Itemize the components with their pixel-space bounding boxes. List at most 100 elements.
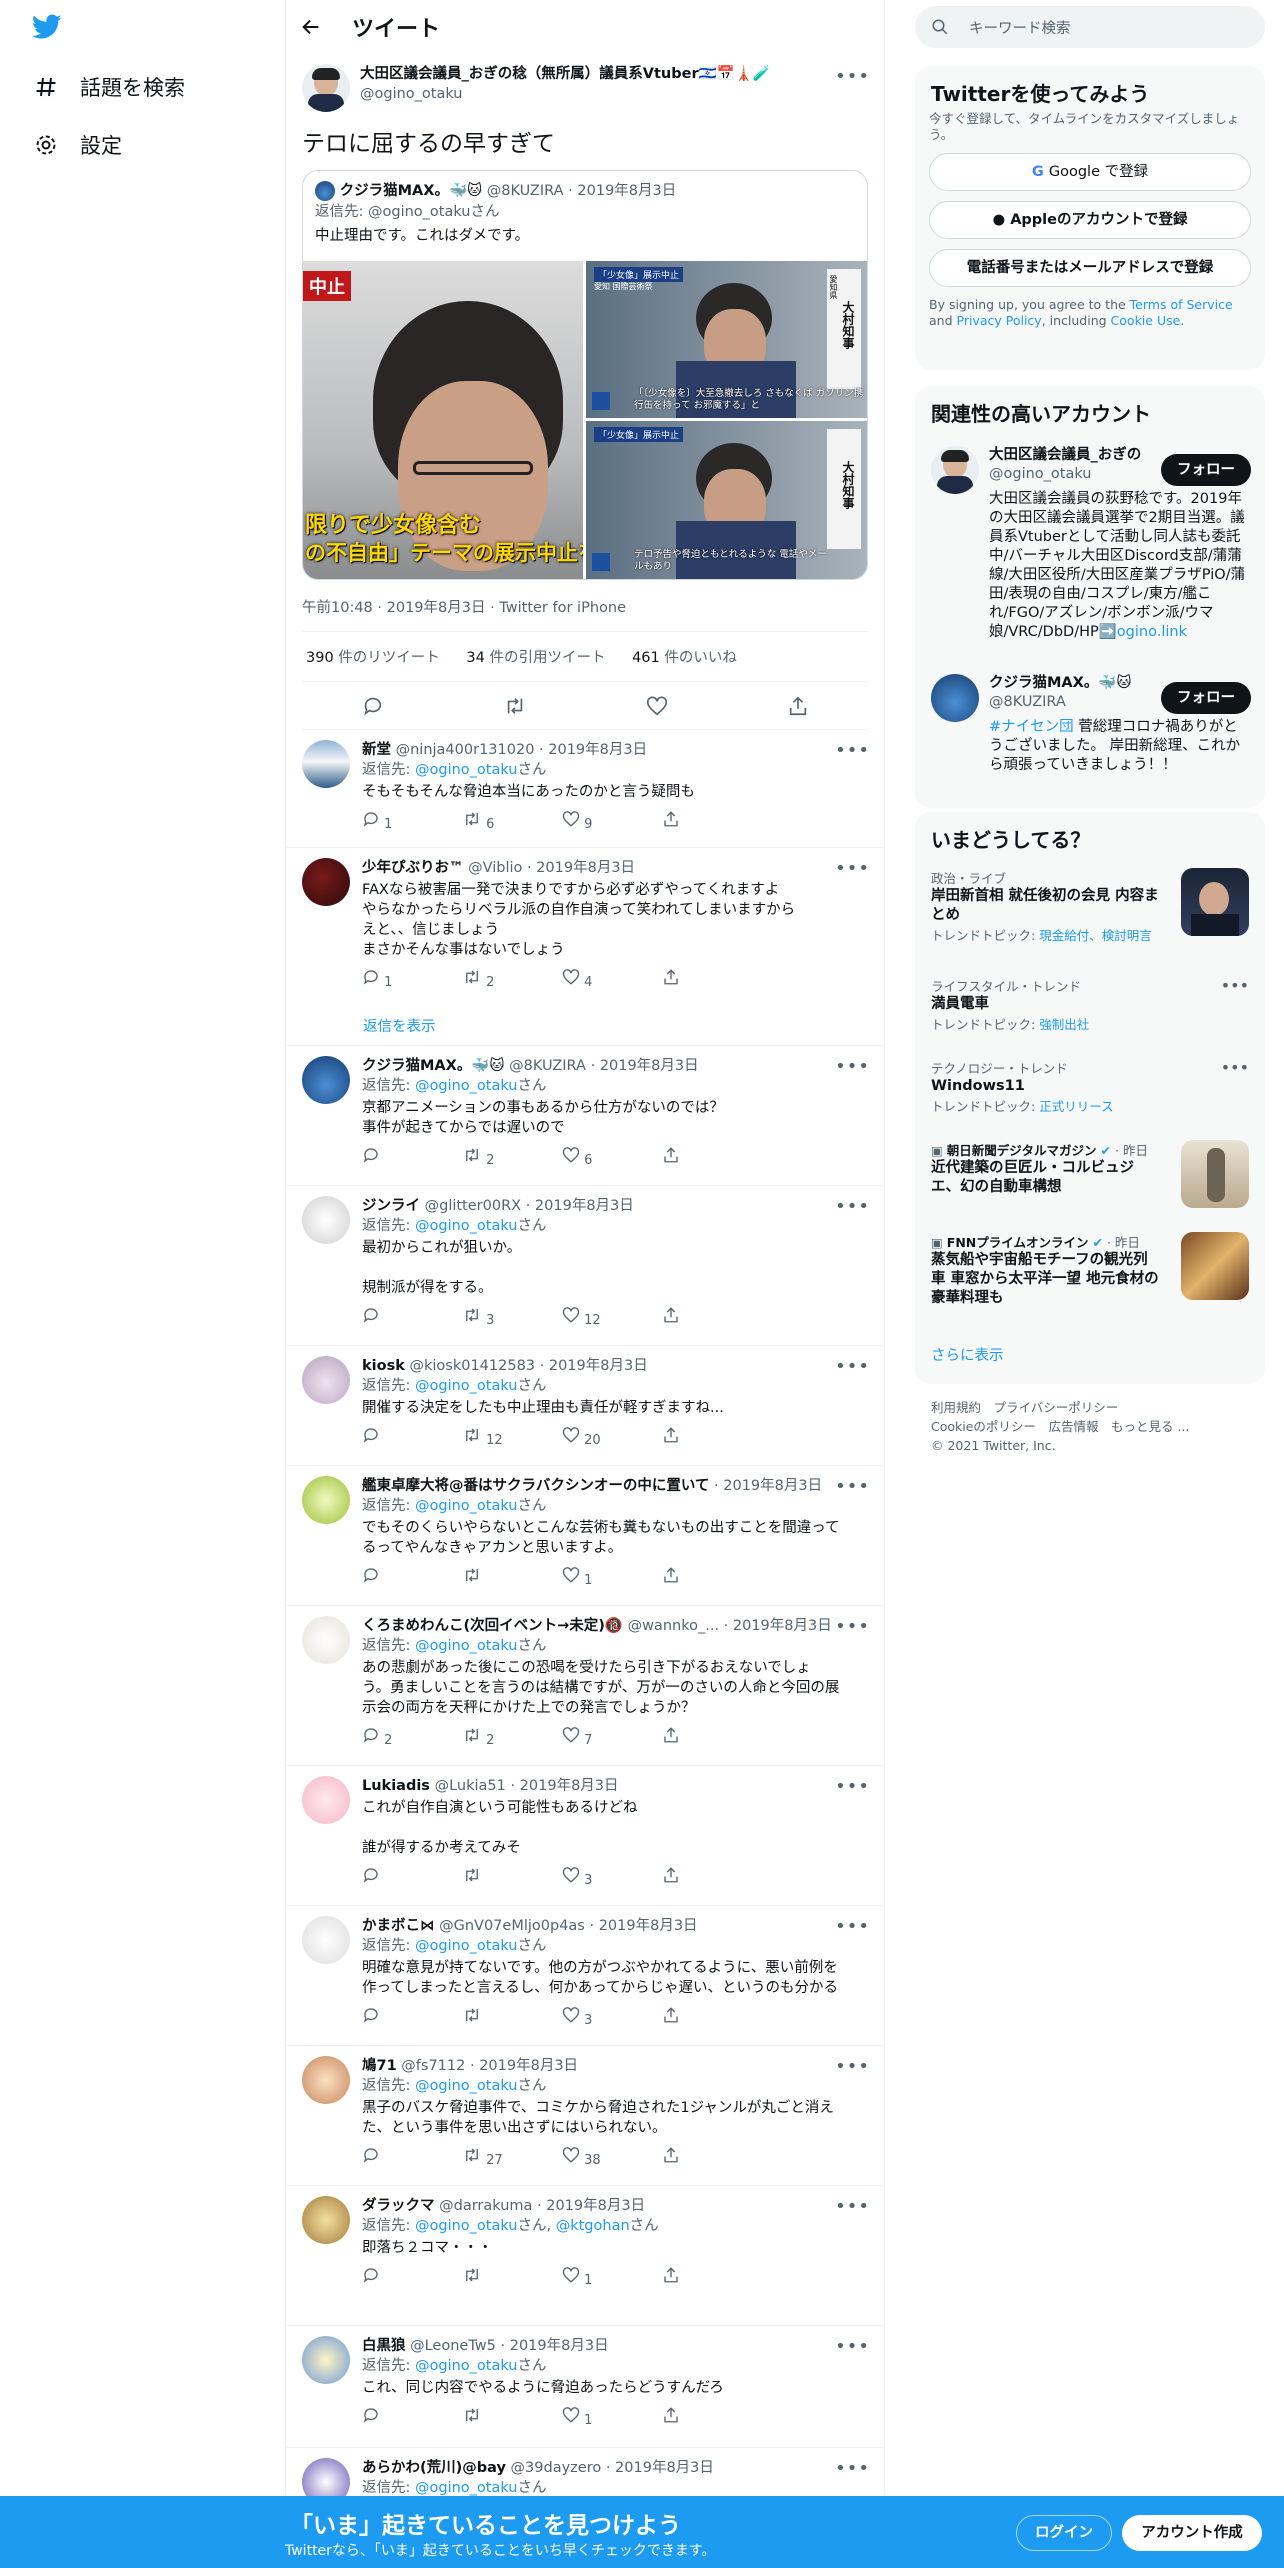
- search-bar[interactable]: キーワード検索: [915, 6, 1265, 48]
- reply-date[interactable]: 2019年8月3日: [599, 1918, 698, 1934]
- trend-topic-link[interactable]: 強制出社: [1039, 1017, 1089, 1032]
- reply-date[interactable]: 2019年8月3日: [615, 2460, 714, 2476]
- reply-tweet[interactable]: 白黒狼 @LeoneTw5 · 2019年8月3日 返信先: @ogino_ota…: [286, 2326, 884, 2448]
- reply-to-link[interactable]: @ogino_otaku: [415, 1938, 518, 1954]
- trends-show-more[interactable]: さらに表示: [931, 1344, 1004, 1365]
- like-button[interactable]: 3: [562, 2006, 662, 2031]
- reply-author-handle[interactable]: @wannko_...: [628, 1618, 719, 1634]
- show-replies-link[interactable]: 返信を表示: [286, 1006, 884, 1046]
- avatar[interactable]: [302, 2336, 350, 2384]
- share-button[interactable]: [662, 1146, 762, 1171]
- search-input[interactable]: キーワード検索: [969, 17, 1071, 38]
- reply-button[interactable]: [362, 2266, 462, 2291]
- reply-tweet[interactable]: 鳩71 @fs7112 · 2019年8月3日 返信先: @ogino_otaku…: [286, 2046, 884, 2186]
- share-button[interactable]: [662, 2006, 762, 2031]
- avatar[interactable]: [302, 1916, 350, 1964]
- tos-link[interactable]: Terms of Service: [1130, 297, 1233, 312]
- more-icon[interactable]: •••: [1221, 976, 1249, 995]
- news-item[interactable]: ▣ 朝日新聞デジタルマガジン ✔ · 昨日 近代建築の巨匠ル・コルビュジエ、幻の…: [915, 1140, 1265, 1208]
- more-icon[interactable]: •••: [835, 2196, 870, 2217]
- reply-author-handle[interactable]: @8KUZIRA: [509, 1058, 586, 1074]
- reply-author-handle[interactable]: @LeoneTw5: [410, 2338, 496, 2354]
- like-button[interactable]: 38: [562, 2146, 662, 2171]
- like-button[interactable]: 6: [562, 1146, 662, 1171]
- reply-to-link[interactable]: @ogino_otaku: [415, 2078, 518, 2094]
- reply-author-name[interactable]: kiosk: [362, 1358, 405, 1374]
- reply-date[interactable]: 2019年8月3日: [723, 1478, 822, 1494]
- tweet-meta[interactable]: 午前10:48 · 2019年8月3日 · Twitter for iPhone: [302, 580, 868, 632]
- retweet-button[interactable]: 2: [462, 968, 562, 993]
- share-button[interactable]: [662, 2266, 762, 2291]
- retweet-button[interactable]: [462, 1866, 562, 1891]
- reply-date[interactable]: 2019年8月3日: [535, 1198, 634, 1214]
- reply-author-handle[interactable]: @39dayzero: [511, 2460, 602, 2476]
- reply-author-handle[interactable]: @ninja400r131020: [396, 742, 535, 758]
- reply-to-link[interactable]: @ogino_otaku: [415, 2358, 518, 2374]
- like-button[interactable]: 3: [562, 1866, 662, 1891]
- share-button[interactable]: [662, 1566, 762, 1591]
- retweet-button[interactable]: [462, 2406, 562, 2431]
- footer-terms[interactable]: 利用規約: [931, 1400, 981, 1415]
- retweet-button[interactable]: 3: [462, 1306, 562, 1331]
- reply-tweet[interactable]: あらかわ(荒川)@bay @39dayzero · 2019年8月3日 返信先: …: [286, 2448, 884, 2506]
- account-hashtag[interactable]: #ナイセン団: [989, 719, 1074, 735]
- news-item[interactable]: ▣ FNNプライムオンライン ✔ · 昨日 蒸気船や宇宙船モチーフの観光列車 車…: [915, 1232, 1265, 1308]
- reply-date[interactable]: 2019年8月3日: [536, 860, 635, 876]
- reply-tweet[interactable]: kiosk @kiosk01412583 · 2019年8月3日 返信先: @og…: [286, 1346, 884, 1466]
- reply-author-name[interactable]: 艦東卓摩大将@番はサクラバクシンオーの中に置いて: [362, 1478, 709, 1494]
- more-icon[interactable]: •••: [835, 1776, 870, 1797]
- reply-button[interactable]: [362, 1866, 462, 1891]
- reply-button[interactable]: [362, 2406, 462, 2431]
- reply-tweet[interactable]: くろまめわんこ(次回イベント→未定)🔞 @wannko_... · 2019年8…: [286, 1606, 884, 1766]
- like-button[interactable]: 20: [562, 1426, 662, 1451]
- trend-topic-link[interactable]: 正式リリース: [1039, 1099, 1113, 1114]
- trend-item[interactable]: ライフスタイル・トレンド 満員電車 トレンドトピック: 強制出社 •••: [915, 976, 1265, 1033]
- more-icon[interactable]: •••: [835, 1916, 870, 1937]
- like-icon[interactable]: [646, 695, 668, 717]
- reply-button[interactable]: [362, 2006, 462, 2031]
- google-signup-button[interactable]: G Google で登録: [929, 153, 1251, 191]
- reply-to-link[interactable]: @ogino_otaku: [415, 1378, 518, 1394]
- reply-icon[interactable]: [362, 695, 384, 717]
- reply-author-name[interactable]: 新堂: [362, 742, 391, 758]
- avatar[interactable]: [302, 1356, 350, 1404]
- back-arrow-icon[interactable]: [300, 16, 322, 38]
- reply-author-name[interactable]: 鳩71: [362, 2058, 397, 2074]
- reply-to-link[interactable]: @ogino_otaku: [415, 1078, 518, 1094]
- reply-tweet[interactable]: Lukiadis @Lukia51 · 2019年8月3日 これが自作自演という可…: [286, 1766, 884, 1906]
- like-button[interactable]: 1: [562, 2406, 662, 2431]
- footer-privacy[interactable]: プライバシーポリシー: [994, 1400, 1119, 1415]
- more-icon[interactable]: •••: [835, 2056, 870, 2077]
- reply-button[interactable]: [362, 1426, 462, 1451]
- follow-button[interactable]: フォロー: [1161, 454, 1251, 486]
- author-handle[interactable]: @ogino_otaku: [360, 84, 771, 104]
- footer-cookie[interactable]: Cookieのポリシー: [931, 1419, 1036, 1434]
- reply-author-handle[interactable]: @fs7112: [401, 2058, 465, 2074]
- reply-author-name[interactable]: かまボこ⋈: [362, 1918, 435, 1934]
- reply-button[interactable]: [362, 1146, 462, 1171]
- reply-author-handle[interactable]: @Lukia51: [435, 1778, 506, 1794]
- retweet-button[interactable]: 27: [462, 2146, 562, 2171]
- reply-date[interactable]: 2019年8月3日: [546, 2198, 645, 2214]
- reply-button[interactable]: [362, 2146, 462, 2171]
- more-icon[interactable]: •••: [835, 740, 870, 761]
- reply-author-handle[interactable]: @darrakuma: [439, 2198, 532, 2214]
- reply-button[interactable]: 1: [362, 968, 462, 993]
- nav-explore[interactable]: 話題を検索: [34, 72, 185, 102]
- retweet-button[interactable]: 2: [462, 1146, 562, 1171]
- like-button[interactable]: 12: [562, 1306, 662, 1331]
- reply-author-handle[interactable]: @kiosk01412583: [409, 1358, 535, 1374]
- reply-tweet[interactable]: 少年ぴぶりお™ @Viblio · 2019年8月3日 FAXなら被害届一発で決ま…: [286, 848, 884, 1006]
- cookie-link[interactable]: Cookie Use: [1111, 313, 1181, 328]
- signup-button[interactable]: アカウント作成: [1122, 2515, 1262, 2551]
- like-button[interactable]: 1: [562, 1566, 662, 1591]
- retweet-button[interactable]: [462, 2006, 562, 2031]
- account-link[interactable]: ogino.link: [1117, 624, 1187, 640]
- more-icon[interactable]: •••: [835, 1196, 870, 1217]
- reply-date[interactable]: 2019年8月3日: [549, 1358, 648, 1374]
- share-icon[interactable]: [787, 695, 809, 717]
- media-image-bottom-right[interactable]: 「少女像」展示中止 大村知事 テロ予告や脅迫ともとれるような 電話やメールもあり: [586, 421, 867, 579]
- reply-tweet[interactable]: クジラ猫MAX。🐳🐱 @8KUZIRA · 2019年8月3日 返信先: @ogi…: [286, 1046, 884, 1186]
- reply-author-name[interactable]: ダラックマ: [362, 2198, 435, 2214]
- media-image-top-right[interactable]: 「少女像」展示中止 愛知 国際芸術祭 大村知事 愛知県 「〔少女像を〕大至急撤去…: [586, 261, 867, 418]
